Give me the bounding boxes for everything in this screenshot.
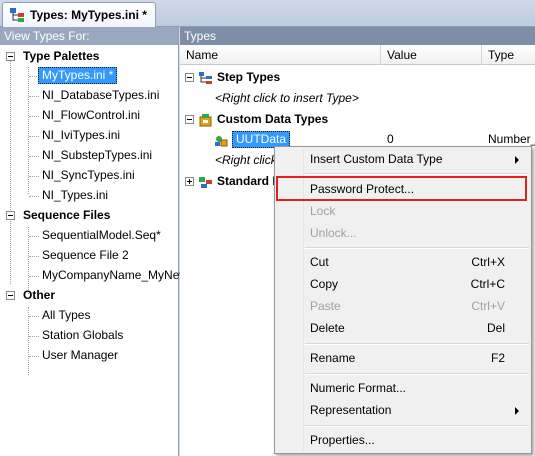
tree-item-sequence-file-2[interactable]: Sequence File 2 (42, 246, 129, 265)
menu-item-label: Copy (310, 277, 339, 291)
tree-item-label: NI_FlowControl.ini (42, 108, 141, 122)
tree-item-label: NI_SyncTypes.ini (42, 168, 135, 182)
tree-row-step-types[interactable]: Step Types (185, 68, 280, 87)
tree-item-all-types[interactable]: All Types (42, 306, 90, 325)
menu-item-cut[interactable]: Cut Ctrl+X (277, 251, 529, 273)
menu-item-copy[interactable]: Copy Ctrl+C (277, 273, 529, 295)
tree-group-other[interactable]: Other (6, 286, 55, 305)
tree-item-mytypes[interactable]: MyTypes.ini * (38, 66, 118, 85)
menu-item-representation[interactable]: Representation (277, 399, 529, 421)
collapse-icon[interactable] (185, 115, 194, 124)
menu-item-numeric-format[interactable]: Numeric Format... (277, 377, 529, 399)
menu-separator (305, 425, 529, 427)
tree-item-label: NI_Types.ini (42, 188, 109, 202)
tree-row-label: Custom Data Types (217, 112, 329, 126)
custom-data-types-icon (198, 113, 214, 127)
tree-row-label: Step Types (217, 70, 281, 84)
tree-group-sequence-files[interactable]: Sequence Files (6, 206, 110, 225)
collapse-icon[interactable] (185, 73, 194, 82)
collapse-icon[interactable] (6, 291, 15, 300)
menu-item-properties[interactable]: Properties... (277, 429, 529, 451)
menu-item-paste[interactable]: Paste Ctrl+V (277, 295, 529, 317)
menu-separator (305, 343, 529, 345)
tree-group-label: Type Palettes (23, 49, 100, 63)
insert-type-hint-custom[interactable]: <Right click (215, 151, 277, 170)
tree-item-label: User Manager (42, 348, 119, 362)
menu-item-label: Paste (310, 299, 341, 313)
tab-title: Types: MyTypes.ini * (30, 8, 147, 22)
menu-item-label: Lock (310, 204, 336, 218)
menu-item-label: Properties... (310, 433, 375, 447)
menu-item-rename[interactable]: Rename F2 (277, 347, 529, 369)
standard-types-icon (198, 175, 214, 189)
tree-item-label: Sequence File 2 (42, 248, 129, 262)
menu-item-shortcut: Ctrl+C (470, 277, 505, 291)
collapse-icon[interactable] (6, 52, 15, 61)
pane-header-view-types: View Types For: (0, 27, 178, 45)
menu-item-label: Unlock... (310, 226, 357, 240)
tree-group-label: Other (23, 288, 56, 302)
tree-item-user-manager[interactable]: User Manager (42, 346, 118, 365)
tree-item-ni-substeptypes[interactable]: NI_SubstepTypes.ini (42, 146, 152, 165)
menu-item-label: Cut (310, 255, 329, 269)
menu-item-shortcut: Ctrl+V (471, 299, 505, 313)
highlight-annotation (276, 176, 527, 201)
tree-item-ni-types[interactable]: NI_Types.ini (42, 186, 108, 205)
tree-item-label: Station Globals (42, 328, 124, 342)
menu-item-shortcut: Ctrl+X (471, 255, 505, 269)
menu-item-label: Insert Custom Data Type (310, 152, 443, 166)
tree-item-ni-flowcontrol[interactable]: NI_FlowControl.ini (42, 106, 140, 125)
tree-group-type-palettes[interactable]: Type Palettes (6, 47, 99, 66)
column-header-name[interactable]: Name (180, 45, 381, 65)
menu-item-lock[interactable]: Lock (277, 200, 529, 222)
tree-item-label: MyTypes.ini * (38, 67, 118, 84)
context-menu: Insert Custom Data Type Password Protect… (274, 146, 532, 454)
tree-row-label: Standard I (217, 174, 276, 188)
tree-item-station-globals[interactable]: Station Globals (42, 326, 123, 345)
collapse-icon[interactable] (6, 211, 15, 220)
tree-row-standard[interactable]: Standard I (185, 172, 276, 191)
tree-item-label: NI_SubstepTypes.ini (42, 148, 153, 162)
tree-item-sequentialmodel[interactable]: SequentialModel.Seq* (42, 226, 161, 245)
tree-item-label: SequentialModel.Seq* (42, 228, 161, 242)
expand-icon[interactable] (185, 177, 194, 186)
menu-separator (305, 247, 529, 249)
column-header-type[interactable]: Type (482, 45, 535, 65)
submenu-arrow-icon (515, 407, 519, 415)
pane-header-types: Types (180, 27, 535, 45)
tree-row-custom-data-types[interactable]: Custom Data Types (185, 110, 328, 129)
menu-separator (305, 373, 529, 375)
menu-item-delete[interactable]: Delete Del (277, 317, 529, 339)
menu-item-label: Delete (310, 321, 345, 335)
menu-item-label: Representation (310, 403, 392, 417)
menu-separator (305, 173, 529, 175)
menu-item-shortcut: Del (486, 321, 505, 335)
menu-item-label: Rename (310, 351, 356, 365)
document-tab-strip: Types: MyTypes.ini * (0, 0, 535, 27)
insert-type-hint[interactable]: <Right click to insert Type> (215, 89, 359, 108)
tree-item-ni-databasetypes[interactable]: NI_DatabaseTypes.ini (42, 86, 159, 105)
tree-item-label: All Types (42, 308, 91, 322)
tree-group-label: Sequence Files (23, 208, 111, 222)
tree-item-ni-synctypes[interactable]: NI_SyncTypes.ini (42, 166, 135, 185)
tab-types-mytypes[interactable]: Types: MyTypes.ini * (2, 2, 156, 27)
tree-item-ni-ivitypes[interactable]: NI_IviTypes.ini (42, 126, 120, 145)
tree-item-label: NI_IviTypes.ini (42, 128, 121, 142)
container-icon (213, 133, 229, 147)
menu-item-label: Numeric Format... (310, 381, 407, 395)
tree-item-label: MyCompanyName_MyNewF (42, 268, 196, 282)
view-types-for-pane: View Types For: Type Palettes MyTypes.in… (0, 27, 195, 456)
tree-item-label: NI_DatabaseTypes.ini (42, 88, 160, 102)
menu-item-shortcut: F2 (490, 351, 505, 365)
menu-item-insert-custom-data-type[interactable]: Insert Custom Data Type (277, 148, 529, 170)
column-headers: Name Value Type (180, 45, 535, 65)
submenu-arrow-icon (515, 156, 519, 164)
tree-item-mycompanyname[interactable]: MyCompanyName_MyNewF (42, 266, 195, 285)
types-window-icon (9, 7, 25, 23)
column-header-value[interactable]: Value (381, 45, 482, 65)
menu-item-unlock[interactable]: Unlock... (277, 222, 529, 244)
step-types-icon (198, 71, 214, 85)
